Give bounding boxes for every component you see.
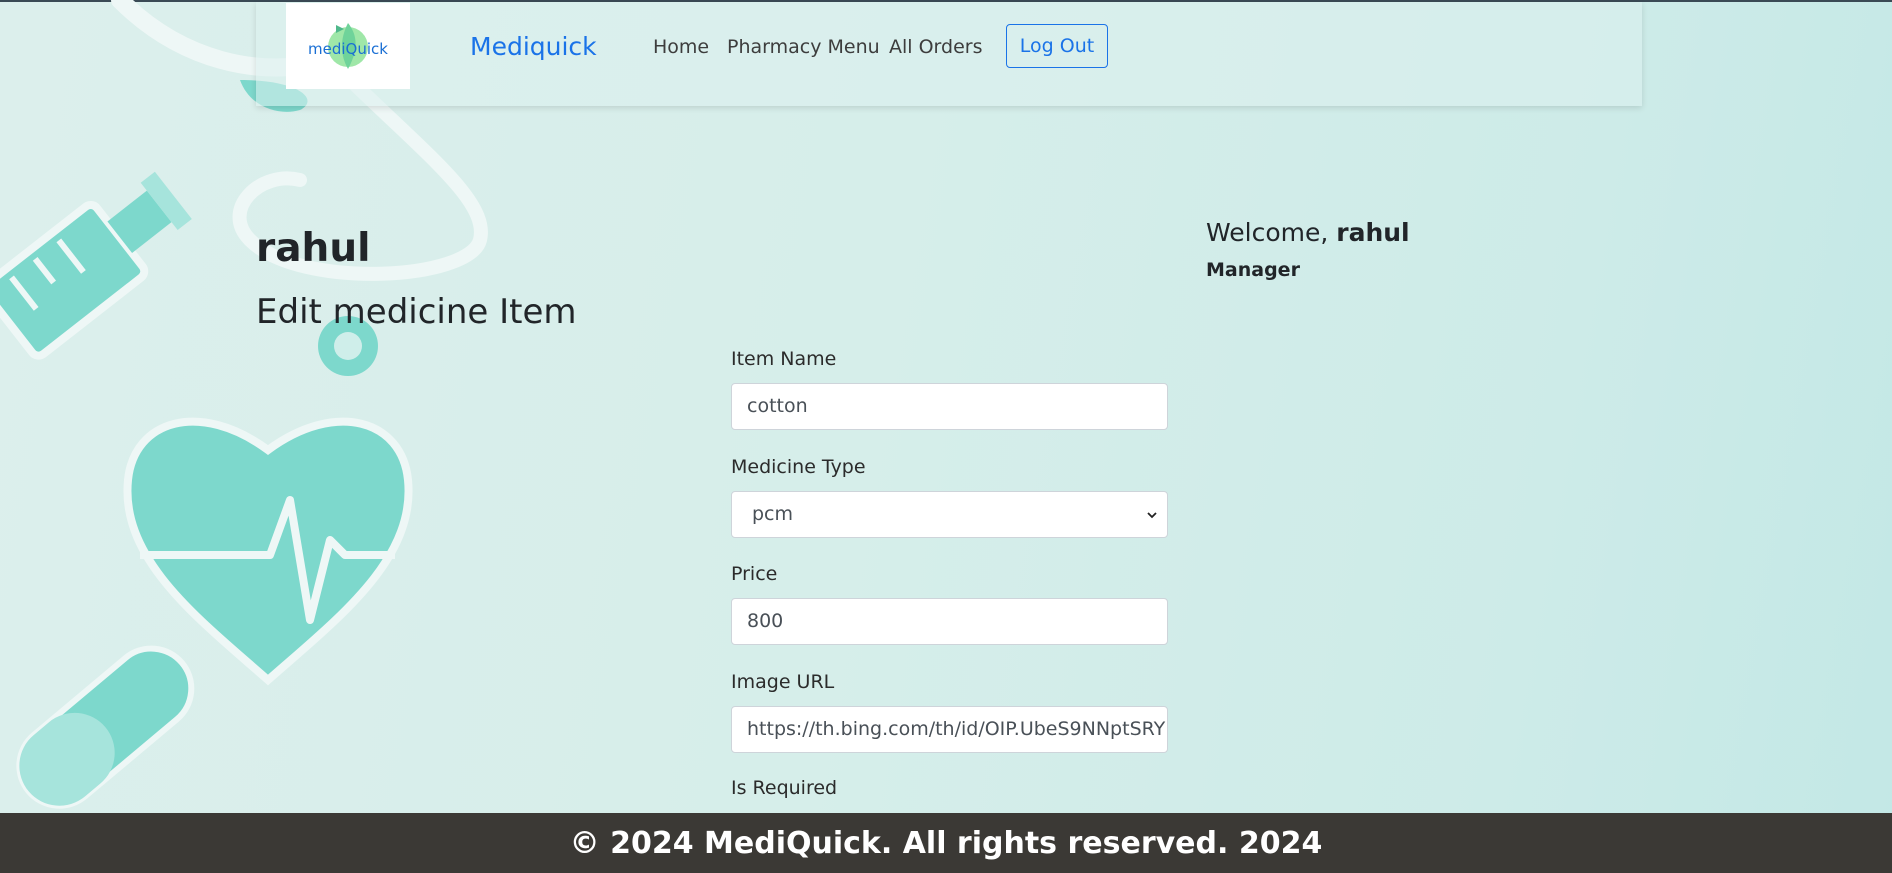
nav-link-home[interactable]: Home	[653, 36, 709, 58]
page-footer: © 2024 MediQuick. All rights reserved. 2…	[0, 813, 1892, 873]
image-url-input[interactable]: https://th.bing.com/th/id/OIP.UbeS9NNptS…	[731, 706, 1168, 753]
nav-link-pharmacy-menu[interactable]: Pharmacy Menu	[727, 36, 880, 58]
price-input[interactable]: 800	[731, 598, 1168, 645]
logo-text: mediQuick	[308, 40, 388, 58]
item-name-label: Item Name	[731, 348, 837, 370]
medical-background-illustration	[0, 0, 488, 809]
welcome-username: rahul	[1336, 218, 1410, 247]
mediquick-logo[interactable]: mediQuick	[286, 3, 410, 89]
welcome-message: Welcome, rahul	[1206, 218, 1410, 247]
welcome-prefix: Welcome,	[1206, 218, 1337, 247]
nav-link-all-orders[interactable]: All Orders	[889, 36, 983, 58]
footer-copyright: © 2024 MediQuick. All rights reserved. 2…	[569, 825, 1323, 861]
price-label: Price	[731, 563, 778, 585]
is-required-label: Is Required	[731, 777, 838, 799]
item-name-input[interactable]: cotton	[731, 383, 1168, 430]
medicine-type-select[interactable]: pcm	[731, 491, 1168, 538]
top-navbar: mediQuick Mediquick Home Pharmacy Menu A…	[256, 2, 1642, 106]
chevron-down-icon	[1147, 512, 1157, 519]
medicine-type-selected: pcm	[752, 503, 794, 525]
brand-link[interactable]: Mediquick	[470, 32, 597, 61]
user-role: Manager	[1206, 259, 1300, 281]
medicine-type-label: Medicine Type	[731, 456, 866, 478]
logout-button[interactable]: Log Out	[1006, 24, 1108, 68]
page-title: Edit medicine Item	[256, 292, 577, 332]
page-username: rahul	[256, 226, 371, 271]
image-url-label: Image URL	[731, 671, 835, 693]
